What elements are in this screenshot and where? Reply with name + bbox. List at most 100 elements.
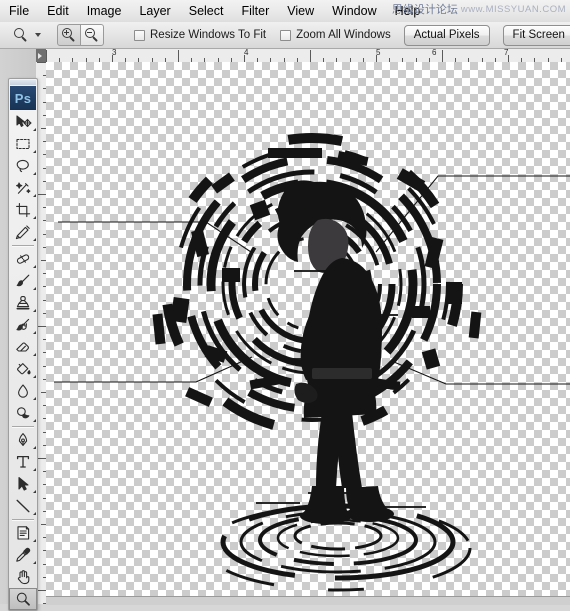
active-tool-preset[interactable]	[14, 27, 41, 43]
tools-panel: Ps	[8, 78, 38, 611]
actual-pixels-button[interactable]: Actual Pixels	[403, 24, 490, 46]
tool-flyout-triangle-icon[interactable]	[32, 558, 36, 564]
tool-flyout-triangle-icon[interactable]	[32, 125, 36, 131]
tool-flyout-triangle-icon[interactable]	[32, 509, 36, 515]
menu-edit[interactable]: Edit	[38, 1, 78, 21]
magic-wand-tool[interactable]	[9, 177, 37, 199]
move-icon	[14, 113, 32, 131]
magnifier-icon	[14, 590, 32, 608]
hand-tool[interactable]	[9, 566, 37, 588]
hand-icon	[14, 568, 32, 586]
pen-nib-icon	[14, 431, 32, 449]
checkbox-box[interactable]	[280, 29, 292, 41]
eraser-tool[interactable]	[9, 336, 37, 358]
clone-stamp-tool[interactable]	[9, 292, 37, 314]
eyedropper-icon	[14, 546, 32, 564]
checkbox-box[interactable]	[134, 29, 145, 41]
dodge-tool[interactable]	[9, 402, 37, 424]
line-shape-tool[interactable]	[9, 495, 37, 517]
tool-flyout-triangle-icon[interactable]	[32, 262, 36, 268]
note-page-icon	[14, 524, 32, 542]
marquee-icon	[14, 135, 32, 153]
magnifier-plus-icon	[61, 27, 77, 43]
resize-windows-to-fit-checkbox[interactable]: Resize Windows To Fit	[134, 29, 266, 41]
type-tool[interactable]	[9, 451, 37, 473]
history-brush-icon	[14, 316, 32, 334]
blur-tool[interactable]	[9, 380, 37, 402]
marquee-tool[interactable]	[9, 133, 37, 155]
menu-select[interactable]: Select	[180, 1, 233, 21]
waterdrop-icon	[14, 382, 32, 400]
fit-screen-button[interactable]: Fit Screen	[502, 24, 570, 46]
crop-tool[interactable]	[9, 199, 37, 221]
tool-flyout-triangle-icon[interactable]	[32, 147, 36, 153]
tool-flyout-triangle-icon[interactable]	[32, 235, 36, 241]
tool-flyout-triangle-icon[interactable]	[32, 213, 36, 219]
eraser-icon	[14, 338, 32, 356]
paintbrush-icon	[14, 272, 32, 290]
menu-filter[interactable]: Filter	[232, 1, 278, 21]
zoom-out-button[interactable]	[81, 24, 104, 46]
magic-wand-icon	[14, 179, 32, 197]
watermark: 思缘设计论坛 www.MISSYUAN.COM	[392, 1, 566, 17]
zoom-mode-buttons	[57, 24, 104, 46]
document-canvas[interactable]	[46, 62, 570, 596]
menu-file[interactable]: File	[0, 1, 38, 21]
stamp-icon	[14, 294, 32, 312]
pen-tool[interactable]	[9, 429, 37, 451]
ruler-tick	[37, 194, 46, 195]
tool-flyout-triangle-icon[interactable]	[32, 372, 36, 378]
chevron-down-icon[interactable]	[35, 33, 41, 37]
tool-flyout-triangle-icon[interactable]	[32, 350, 36, 356]
lasso-tool[interactable]	[9, 155, 37, 177]
ruler-tick	[37, 62, 46, 63]
slice-tool[interactable]	[9, 221, 37, 243]
healing-brush-tool[interactable]	[9, 248, 37, 270]
tool-group-divider	[12, 245, 34, 246]
tool-flyout-triangle-icon[interactable]	[32, 465, 36, 471]
watermark-chinese: 思缘设计论坛	[391, 3, 458, 16]
tool-flyout-triangle-icon[interactable]	[32, 306, 36, 312]
ruler-tick	[37, 326, 46, 327]
ruler-tick	[37, 458, 46, 459]
history-brush-tool[interactable]	[9, 314, 37, 336]
gradient-tool[interactable]	[9, 358, 37, 380]
tool-flyout-triangle-icon[interactable]	[32, 487, 36, 493]
menu-view[interactable]: View	[278, 1, 323, 21]
notes-tool[interactable]	[9, 522, 37, 544]
lasso-icon	[14, 157, 32, 175]
crop-icon	[14, 201, 32, 219]
tool-flyout-triangle-icon[interactable]	[32, 394, 36, 400]
magnifier-icon	[14, 27, 29, 43]
eyedropper-tool[interactable]	[9, 544, 37, 566]
move-tool[interactable]	[9, 111, 37, 133]
tool-flyout-triangle-icon[interactable]	[32, 169, 36, 175]
ruler-tick	[46, 50, 47, 62]
tool-flyout-triangle-icon[interactable]	[32, 328, 36, 334]
tool-flyout-triangle-icon[interactable]	[32, 536, 36, 542]
line-icon	[14, 497, 32, 515]
ruler-label: 3	[112, 49, 117, 57]
menu-image[interactable]: Image	[78, 1, 131, 21]
horizontal-ruler[interactable]: 345678	[46, 49, 570, 63]
ruler-label: 5	[376, 49, 381, 57]
tool-flyout-triangle-icon[interactable]	[32, 191, 36, 197]
tool-flyout-triangle-icon[interactable]	[32, 443, 36, 449]
zoom-in-button[interactable]	[57, 24, 81, 46]
path-selection-tool[interactable]	[9, 473, 37, 495]
photoshop-logo: Ps	[10, 86, 36, 110]
menu-window[interactable]: Window	[323, 1, 385, 21]
dodge-icon	[14, 404, 32, 422]
options-bar: Resize Windows To Fit Zoom All Windows A…	[0, 22, 570, 49]
zoom-tool[interactable]	[9, 588, 37, 610]
artwork-layer	[54, 133, 570, 592]
black-arrow-icon	[14, 475, 32, 493]
brush-tool[interactable]	[9, 270, 37, 292]
zoom-all-windows-checkbox[interactable]: Zoom All Windows	[280, 29, 391, 41]
ruler-label: 7	[504, 49, 509, 57]
menu-layer[interactable]: Layer	[130, 1, 179, 21]
tool-flyout-triangle-icon[interactable]	[32, 284, 36, 290]
panel-grip[interactable]	[10, 80, 36, 85]
tool-flyout-triangle-icon[interactable]	[32, 416, 36, 422]
tool-group-divider	[12, 426, 34, 427]
